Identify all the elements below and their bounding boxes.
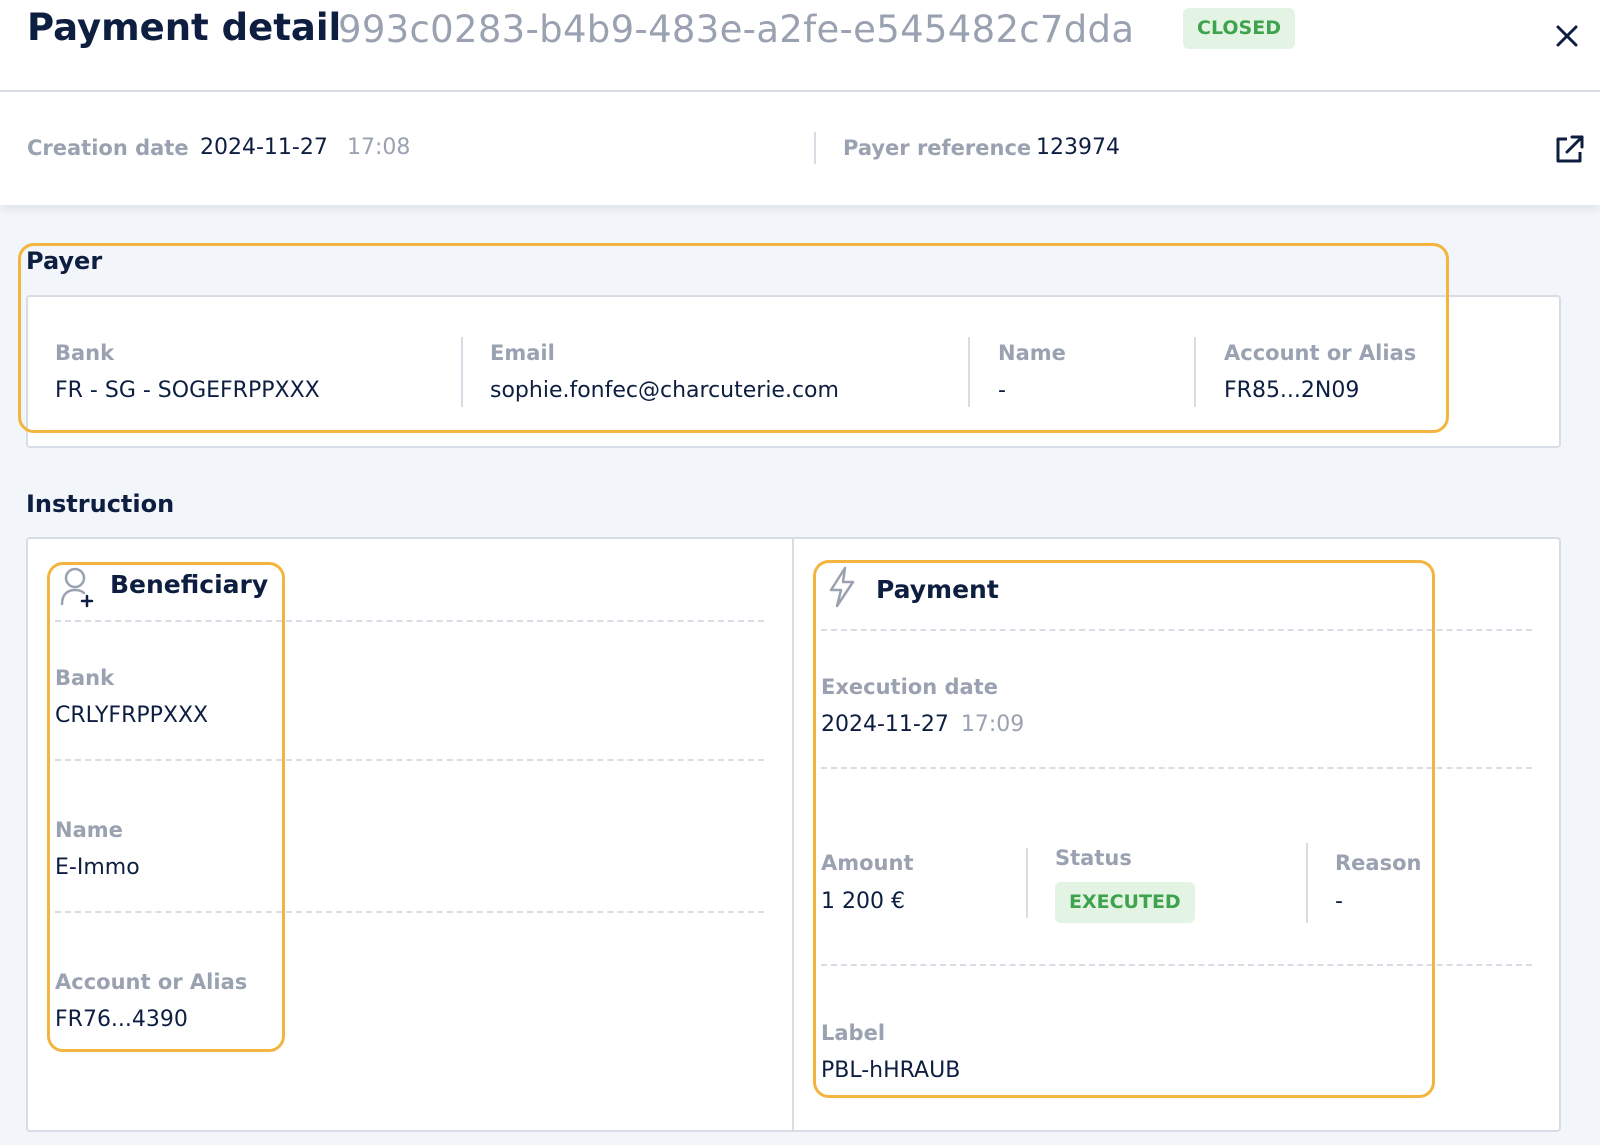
dashed-divider	[55, 620, 764, 622]
payer-separator	[461, 337, 463, 407]
payer-separator	[968, 337, 970, 407]
creation-date-label: Creation date	[27, 136, 189, 160]
beneficiary-bank-label: Bank	[55, 666, 115, 690]
payment-title: Payment	[876, 575, 999, 604]
payer-email-label: Email	[490, 341, 555, 365]
status-badge-executed: EXECUTED	[1055, 882, 1195, 923]
lightning-icon	[829, 566, 855, 608]
instruction-column-divider	[792, 539, 794, 1130]
dashed-divider	[821, 767, 1532, 769]
creation-time-value: 17:08	[347, 135, 411, 160]
payer-reference-value: 123974	[1036, 135, 1120, 160]
instruction-section-title: Instruction	[26, 490, 175, 518]
payer-section-title: Payer	[26, 247, 103, 275]
payer-account-label: Account or Alias	[1224, 341, 1417, 365]
beneficiary-bank-value: CRLYFRPPXXX	[55, 703, 209, 728]
payer-name-value: -	[998, 378, 1006, 403]
reason-value: -	[1335, 889, 1343, 914]
status-badge-closed: CLOSED	[1183, 8, 1295, 49]
reason-label: Reason	[1335, 851, 1422, 875]
amount-label: Amount	[821, 851, 914, 875]
beneficiary-title: Beneficiary	[110, 570, 269, 599]
external-link-icon	[1556, 135, 1584, 163]
payment-label-value: PBL-hHRAUB	[821, 1058, 961, 1083]
payment-label-label: Label	[821, 1021, 886, 1045]
payer-bank-value: FR - SG - SOGEFRPPXXX	[55, 378, 320, 403]
payer-reference-label: Payer reference	[843, 136, 1032, 160]
execution-date-label: Execution date	[821, 675, 998, 699]
dashed-divider	[821, 964, 1532, 966]
payer-separator	[1194, 337, 1196, 407]
detail-header: Payment detail 993c0283-b4b9-483e-a2fe-e…	[0, 0, 1600, 205]
payer-account-value: FR85...2N09	[1224, 378, 1360, 403]
beneficiary-icon-wrap	[59, 566, 97, 608]
close-button[interactable]	[1551, 20, 1583, 52]
payment-separator	[1306, 843, 1308, 923]
page-title: Payment detail	[27, 6, 342, 49]
payment-separator	[1026, 848, 1028, 918]
beneficiary-account-value: FR76...4390	[55, 1007, 188, 1032]
payer-bank-label: Bank	[55, 341, 115, 365]
payer-card	[26, 295, 1561, 448]
beneficiary-name-value: E-Immo	[55, 855, 140, 880]
dashed-divider	[55, 759, 764, 761]
user-plus-icon	[60, 567, 94, 608]
payment-icon-wrap	[826, 565, 858, 609]
beneficiary-account-label: Account or Alias	[55, 970, 248, 994]
dashed-divider	[821, 629, 1532, 631]
execution-date-value: 2024-11-27 17:09	[821, 712, 1025, 737]
dashed-divider	[55, 911, 764, 913]
header-divider	[0, 90, 1600, 92]
payer-name-label: Name	[998, 341, 1066, 365]
beneficiary-name-label: Name	[55, 818, 123, 842]
status-label: Status	[1055, 846, 1132, 870]
meta-separator	[814, 132, 816, 164]
close-icon	[1556, 25, 1578, 47]
creation-date-value: 2024-11-27	[200, 135, 328, 160]
open-external-button[interactable]	[1552, 133, 1586, 167]
amount-value: 1 200 €	[821, 889, 905, 914]
payer-email-value: sophie.fonfec@charcuterie.com	[490, 378, 839, 403]
payment-id: 993c0283-b4b9-483e-a2fe-e545482c7dda	[338, 8, 1135, 51]
execution-time-value: 17:09	[960, 712, 1025, 737]
